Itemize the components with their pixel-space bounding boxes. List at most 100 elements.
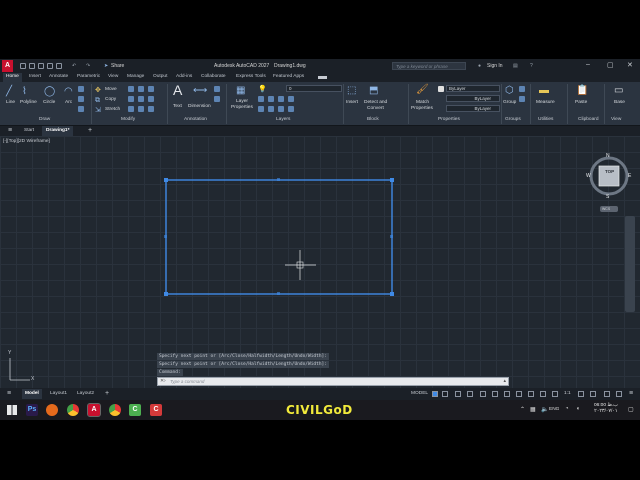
measure-icon[interactable]: ▬: [539, 86, 549, 96]
system-clock[interactable]: 06:00 ب.ظ ۲۰۲۳/۰۷/۰۱: [594, 403, 618, 415]
clipboard-panel-label[interactable]: Clipboard: [578, 117, 599, 122]
grip[interactable]: [277, 178, 280, 181]
base-button[interactable]: Base: [614, 100, 625, 105]
search-input[interactable]: Type a keyword or phrase: [392, 62, 466, 70]
plot-icon[interactable]: [56, 63, 62, 69]
ribbon-options-icon[interactable]: [318, 76, 327, 79]
viewcube-west[interactable]: W: [586, 173, 591, 179]
layout1-tab[interactable]: Layout1: [47, 389, 70, 399]
wcs-label[interactable]: WCS: [602, 207, 610, 211]
add-layout-icon[interactable]: +: [102, 389, 112, 399]
camtasia-recorder-icon[interactable]: C: [150, 404, 162, 416]
grip[interactable]: [277, 292, 280, 295]
measure-button[interactable]: Measure: [536, 100, 555, 105]
hatch-icon[interactable]: [78, 96, 84, 102]
annotation-panel-label[interactable]: Annotation: [184, 117, 207, 122]
windows-start-icon[interactable]: [7, 405, 17, 415]
layout2-tab[interactable]: Layout2: [74, 389, 97, 399]
network-icon[interactable]: ▦: [530, 406, 536, 413]
command-line[interactable]: ✕ › Type a command ▴: [157, 377, 509, 386]
tab-express-tools[interactable]: Express Tools: [236, 74, 266, 79]
paste-icon[interactable]: 📋: [576, 86, 588, 96]
isolate-objects-icon[interactable]: [604, 391, 610, 397]
start-tab[interactable]: Start: [20, 126, 38, 136]
circle-button[interactable]: Circle: [43, 100, 55, 105]
save-as-icon[interactable]: [47, 63, 53, 69]
tab-add-ins[interactable]: Add-ins: [176, 74, 192, 79]
layer-properties-label[interactable]: Layer: [236, 99, 248, 104]
add-tab-icon[interactable]: +: [84, 126, 96, 136]
model-space-toggle[interactable]: MODEL: [408, 389, 431, 399]
tray-overflow-icon[interactable]: ⌃: [520, 406, 525, 413]
share-icon[interactable]: ➤: [104, 63, 108, 69]
tab-output[interactable]: Output: [153, 74, 167, 79]
layer-tool-icon[interactable]: [288, 106, 294, 112]
stretch-button[interactable]: Stretch: [105, 107, 120, 112]
properties-panel-label[interactable]: Properties: [438, 117, 460, 122]
help-icon[interactable]: ?: [530, 63, 533, 69]
layer-properties-label-2[interactable]: Properties: [231, 105, 253, 110]
explode-icon[interactable]: [148, 96, 154, 102]
photoshop-icon[interactable]: Ps: [26, 404, 38, 416]
drawing-canvas[interactable]: [-][Top][2D Wireframe] TOP N S E W WCS Y…: [0, 136, 640, 388]
scale-dropdown[interactable]: 1:1: [561, 389, 574, 399]
ungroup-icon[interactable]: [519, 86, 525, 92]
viewcube-north[interactable]: N: [606, 153, 610, 159]
grip[interactable]: [164, 235, 167, 238]
dimension-icon[interactable]: ⟷: [193, 86, 207, 96]
fullscreen-icon[interactable]: [616, 391, 622, 397]
arc-icon[interactable]: ◠: [64, 87, 73, 97]
isodraft-icon[interactable]: [480, 391, 486, 397]
text-icon[interactable]: A: [173, 83, 182, 97]
base-view-icon[interactable]: ▭: [614, 86, 623, 96]
layer-dropdown[interactable]: 0: [286, 85, 342, 92]
mirror-icon[interactable]: [128, 96, 134, 102]
match-properties-label[interactable]: Match: [416, 100, 429, 105]
command-input[interactable]: Type a command: [170, 379, 204, 384]
ellipse-icon[interactable]: [78, 106, 84, 112]
table-icon[interactable]: [214, 96, 220, 102]
leader-icon[interactable]: [214, 86, 220, 92]
copy-button[interactable]: Copy: [105, 97, 116, 102]
cart-icon[interactable]: ▤: [513, 63, 518, 69]
transparency-icon[interactable]: [528, 391, 534, 397]
polyline-icon[interactable]: ⌇: [22, 87, 27, 97]
save-icon[interactable]: [38, 63, 44, 69]
chrome-icon[interactable]: [67, 404, 79, 416]
polar-icon[interactable]: [467, 391, 473, 397]
detect-convert-label[interactable]: Detect and: [364, 100, 387, 105]
tab-parametric[interactable]: Parametric: [77, 74, 100, 79]
menu-icon[interactable]: ≡: [4, 126, 16, 136]
grid-icon[interactable]: [432, 391, 438, 397]
layer-tool-icon[interactable]: [278, 96, 284, 102]
grip[interactable]: [164, 178, 168, 182]
tab-home[interactable]: Home: [3, 73, 22, 82]
tab-manage[interactable]: Manage: [127, 74, 144, 79]
snap-icon[interactable]: [442, 391, 448, 397]
move-icon[interactable]: ✥: [95, 86, 101, 96]
lineweight-dropdown[interactable]: ByLayer: [446, 105, 500, 112]
group-edit-icon[interactable]: [519, 96, 525, 102]
view-panel-label[interactable]: View: [611, 117, 621, 122]
viewcube-east[interactable]: E: [628, 173, 631, 179]
navigation-bar[interactable]: [625, 216, 635, 312]
object-snap-tracking-icon[interactable]: [492, 391, 498, 397]
scale-icon[interactable]: [128, 106, 134, 112]
layer-tool-icon[interactable]: [288, 96, 294, 102]
fillet-icon[interactable]: [138, 96, 144, 102]
trim-icon[interactable]: [138, 86, 144, 92]
block-panel-label[interactable]: Block: [367, 117, 379, 122]
grip[interactable]: [390, 235, 393, 238]
groups-panel-label[interactable]: Groups: [505, 117, 521, 122]
viewcube-south[interactable]: S: [606, 194, 609, 200]
match-properties-icon[interactable]: 🖌: [416, 85, 429, 95]
copy-icon[interactable]: ⧉: [95, 96, 100, 106]
detect-convert-icon[interactable]: ⬒: [369, 86, 378, 96]
circle-icon[interactable]: ◯: [44, 87, 55, 97]
volume-icon[interactable]: 🔈: [541, 406, 548, 413]
utilities-panel-label[interactable]: Utilities: [538, 117, 553, 122]
firefox-icon[interactable]: [46, 404, 58, 416]
erase-icon[interactable]: [148, 86, 154, 92]
tab-featured-apps[interactable]: Featured Apps: [273, 74, 304, 79]
model-tab[interactable]: Model: [22, 389, 42, 399]
